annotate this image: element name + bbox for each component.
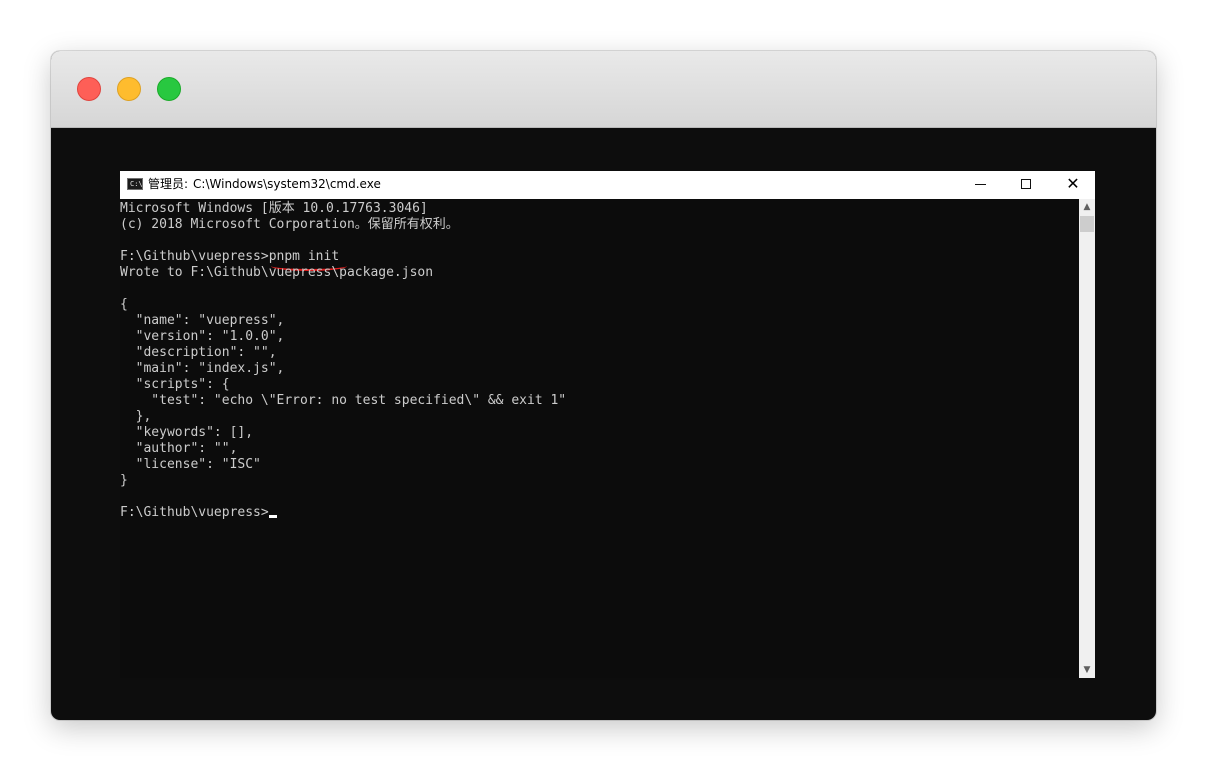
scroll-thumb[interactable] [1080,216,1094,232]
terminal-line: Microsoft Windows [版本 10.0.17763.3046] [120,201,428,216]
window-title: 管理员: C:\Windows\system32\cmd.exe [148,171,381,199]
terminal-line: (c) 2018 Microsoft Corporation。保留所有权利。 [120,217,459,232]
outer-titlebar [51,51,1156,128]
minimize-button[interactable] [958,171,1004,199]
terminal-line: Wrote to F:\Github\vuepress\package.json [120,265,434,280]
terminal-line: "author": "", [120,441,238,456]
vertical-scrollbar[interactable]: ▲ ▼ [1079,199,1095,678]
cmd-window: C:\ 管理员: C:\Windows\system32\cmd.exe ✕ Mi… [120,171,1095,678]
terminal-line: "keywords": [], [120,425,254,440]
outer-window: C:\ 管理员: C:\Windows\system32\cmd.exe ✕ Mi… [51,51,1156,720]
terminal-line: "description": "", [120,345,277,360]
zoom-dot-icon[interactable] [157,77,181,101]
window-title-prefix: 管理员: [148,177,189,191]
scroll-down-icon[interactable]: ▼ [1079,662,1095,678]
window-title-path: C:\Windows\system32\cmd.exe [193,177,381,191]
terminal-line: }, [120,409,152,424]
cmd-icon-glyph: C:\ [130,180,143,188]
maximize-icon [1021,179,1031,189]
cmd-app-icon[interactable]: C:\ [127,178,143,190]
scroll-up-icon[interactable]: ▲ [1079,199,1095,215]
terminal-prompt-line[interactable]: F:\Github\vuepress> [120,505,277,521]
terminal-command-line: F:\Github\vuepress>pnpm init [120,249,340,264]
maximize-button[interactable] [1004,171,1050,199]
close-button[interactable]: ✕ [1050,171,1096,199]
terminal-line: "name": "vuepress", [120,313,285,328]
terminal-line: } [120,473,128,488]
terminal-line: "main": "index.js", [120,361,285,376]
terminal-line: "test": "echo \"Error: no test specified… [120,393,567,408]
minimize-dot-icon[interactable] [117,77,141,101]
close-dot-icon[interactable] [77,77,101,101]
terminal-output[interactable]: Microsoft Windows [版本 10.0.17763.3046] (… [120,199,1079,678]
terminal-line: "license": "ISC" [120,457,261,472]
terminal-line: "scripts": { [120,377,230,392]
minimize-icon [975,184,986,185]
cmd-titlebar[interactable]: C:\ 管理员: C:\Windows\system32\cmd.exe ✕ [120,171,1095,199]
terminal-line: { [120,297,128,312]
text-cursor [268,515,277,518]
close-icon: ✕ [1066,174,1080,193]
terminal-line: "version": "1.0.0", [120,329,285,344]
terminal-prompt: F:\Github\vuepress> [120,505,269,520]
